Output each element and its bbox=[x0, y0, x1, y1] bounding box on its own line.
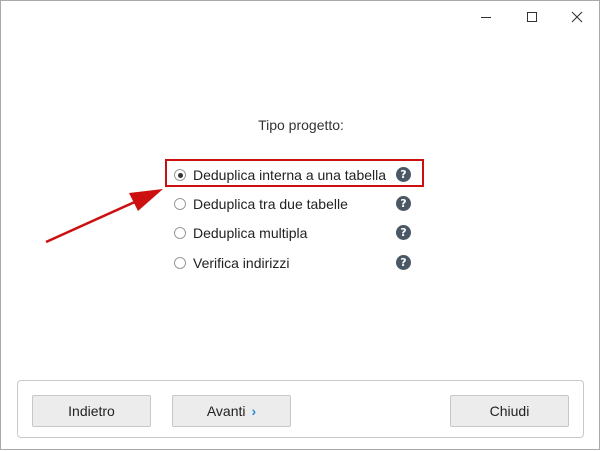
option-label: Verifica indirizzi bbox=[193, 255, 290, 271]
radio-button[interactable] bbox=[174, 257, 186, 269]
question-icon[interactable]: ? bbox=[396, 196, 411, 211]
option-two-tables-dedup[interactable]: Deduplica tra due tabelle ? bbox=[174, 192, 424, 216]
maximize-button[interactable] bbox=[509, 2, 555, 32]
option-multiple-dedup[interactable]: Deduplica multipla ? bbox=[174, 221, 424, 245]
option-address-check[interactable]: Verifica indirizzi ? bbox=[174, 251, 424, 275]
back-button[interactable]: Indietro bbox=[32, 395, 151, 427]
dialog-window: Tipo progetto: Deduplica interna a una t… bbox=[0, 0, 600, 450]
radio-button[interactable] bbox=[174, 227, 186, 239]
option-label: Deduplica multipla bbox=[193, 225, 308, 241]
minimize-icon bbox=[481, 17, 491, 18]
question-icon[interactable]: ? bbox=[396, 255, 411, 270]
radio-button[interactable] bbox=[174, 198, 186, 210]
next-button-label: Avanti bbox=[206, 403, 246, 419]
question-icon[interactable]: ? bbox=[396, 225, 411, 240]
close-window-button[interactable] bbox=[554, 2, 600, 32]
close-button-label: Chiudi bbox=[489, 403, 530, 419]
project-type-heading: Tipo progetto: bbox=[258, 117, 344, 133]
maximize-icon bbox=[527, 12, 537, 22]
annotation-highlight-box bbox=[165, 159, 424, 187]
next-button[interactable]: Avanti › bbox=[172, 395, 291, 427]
dialog-footer: Indietro Avanti › Chiudi bbox=[17, 380, 584, 438]
close-button[interactable]: Chiudi bbox=[450, 395, 569, 427]
back-button-label: Indietro bbox=[68, 403, 115, 419]
close-icon bbox=[571, 11, 583, 23]
minimize-button[interactable] bbox=[463, 2, 509, 32]
chevron-right-icon: › bbox=[251, 403, 257, 419]
option-label: Deduplica tra due tabelle bbox=[193, 196, 348, 212]
